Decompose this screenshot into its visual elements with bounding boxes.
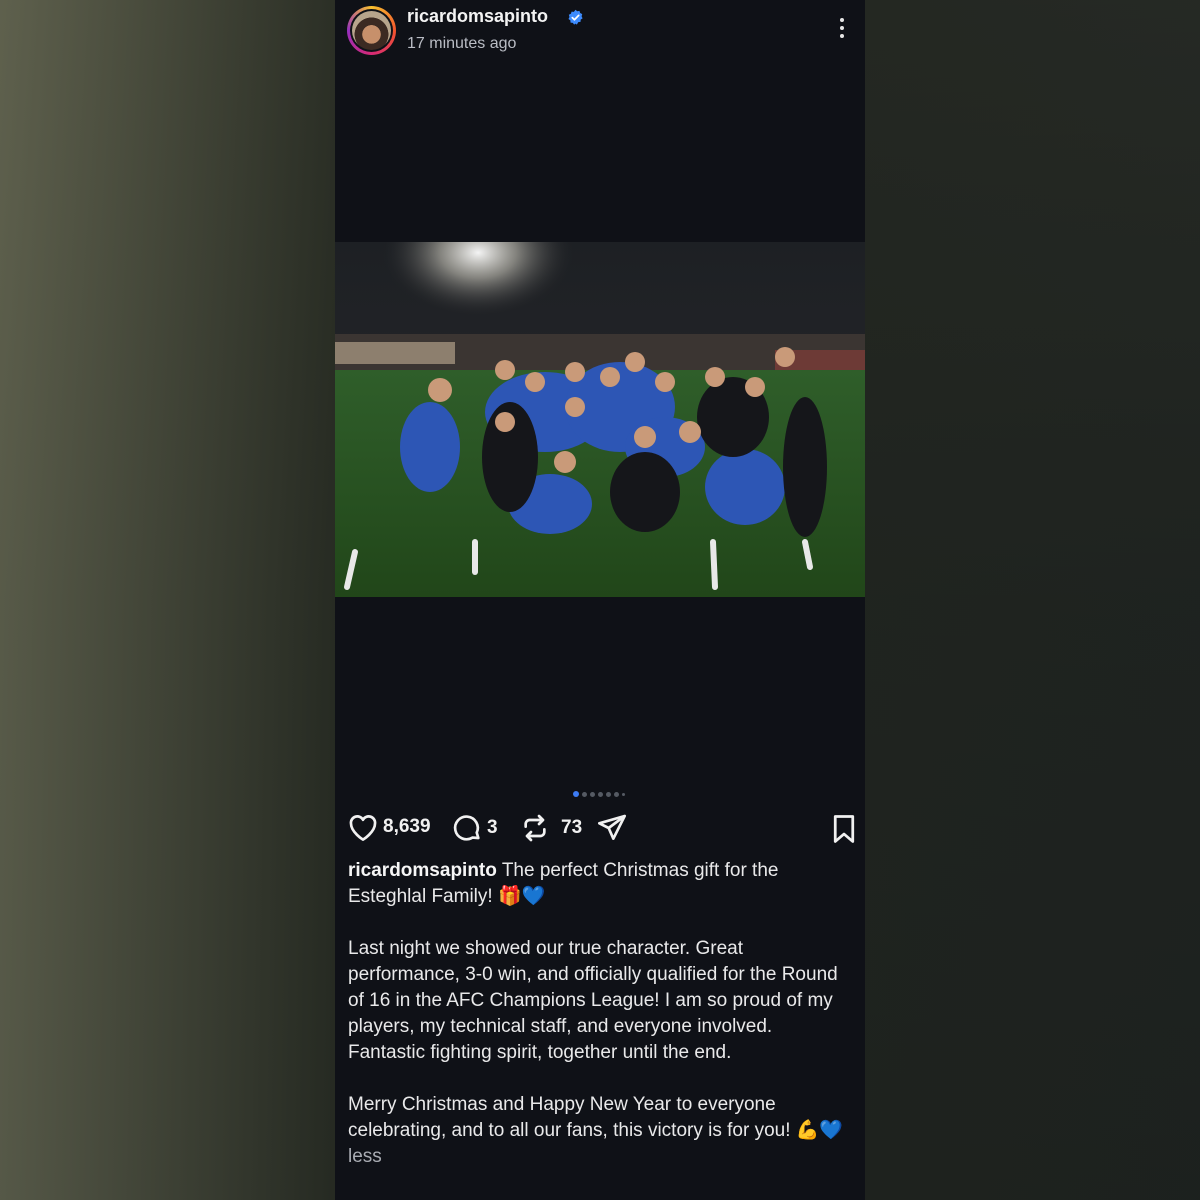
comment-bubble-icon <box>453 815 480 841</box>
caption-paragraph: Last night we showed our true character.… <box>348 938 838 1063</box>
carousel-dot <box>590 791 595 797</box>
repost-button[interactable]: 73 <box>519 812 582 844</box>
carousel-dot <box>606 791 611 797</box>
repost-count: 73 <box>561 817 583 838</box>
carousel-indicator[interactable] <box>573 790 625 798</box>
caption-paragraph: Merry Christmas and Happy New Year to ev… <box>348 1094 844 1141</box>
verified-badge-icon <box>568 9 583 25</box>
carousel-dot <box>573 791 579 797</box>
post-photo[interactable] <box>335 242 865 597</box>
like-button[interactable]: 8,639 <box>347 812 431 842</box>
post-timestamp: 17 minutes ago <box>407 35 517 52</box>
comment-button[interactable]: 3 <box>451 812 498 844</box>
post-header: ricardomsapinto 17 minutes ago <box>335 0 865 60</box>
comment-count: 3 <box>487 817 498 838</box>
more-options-icon[interactable] <box>839 18 845 40</box>
less-link[interactable]: less <box>348 1146 382 1167</box>
carousel-dot <box>622 792 625 796</box>
bookmark-icon[interactable] <box>831 814 857 844</box>
share-button[interactable] <box>595 812 629 844</box>
post-caption: ricardomsapinto The perfect Christmas gi… <box>348 858 853 1170</box>
paper-plane-icon <box>598 814 626 840</box>
username-link[interactable]: ricardomsapinto <box>407 6 548 27</box>
heart-icon <box>349 815 377 842</box>
avatar-image <box>352 11 391 50</box>
carousel-dot <box>598 791 603 797</box>
avatar[interactable] <box>347 6 396 55</box>
carousel-dot <box>582 791 587 797</box>
caption-username[interactable]: ricardomsapinto <box>348 860 497 881</box>
repost-icon <box>524 814 546 842</box>
action-bar: 8,639 3 73 <box>347 812 857 848</box>
post-screen: ricardomsapinto 17 minutes ago 8,639 3 7… <box>335 0 865 1200</box>
carousel-dot <box>614 791 619 797</box>
like-count: 8,639 <box>383 816 431 837</box>
